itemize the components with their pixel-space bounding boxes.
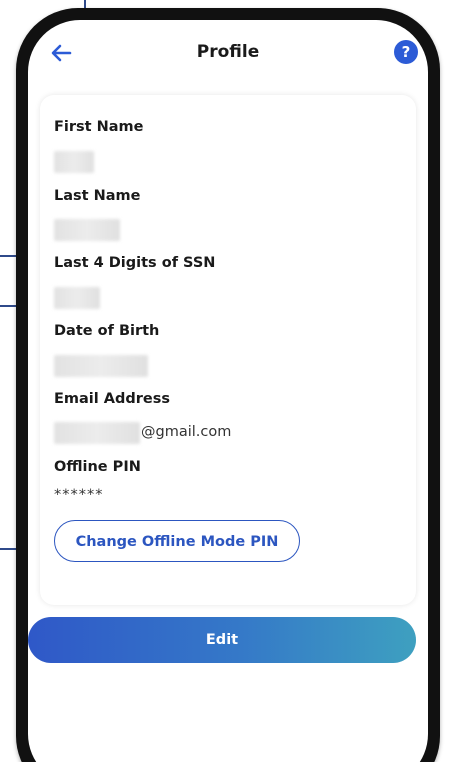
question-circle-icon[interactable]: ? <box>394 40 418 64</box>
edit-button[interactable]: Edit <box>28 617 416 663</box>
last-name-label: Last Name <box>54 188 141 204</box>
dob-label: Date of Birth <box>54 323 160 339</box>
phone-frame: Profile ? First Name Last Name Last 4 Di… <box>16 8 440 762</box>
first-name-label: First Name <box>54 119 144 135</box>
offline-pin-label: Offline PIN <box>54 459 141 475</box>
app-header: Profile ? <box>28 20 428 80</box>
page-title: Profile <box>196 42 260 62</box>
offline-pin-value: ****** <box>54 487 104 503</box>
screenshot-canvas: Profile ? First Name Last Name Last 4 Di… <box>0 0 449 762</box>
email-user-redacted <box>54 422 140 444</box>
first-name-value-redacted <box>54 151 94 173</box>
last-name-value-redacted <box>54 219 120 241</box>
dob-value-redacted <box>54 355 148 377</box>
email-label: Email Address <box>54 391 171 407</box>
email-domain: @gmail.com <box>141 424 232 440</box>
change-offline-pin-button[interactable]: Change Offline Mode PIN <box>54 520 300 562</box>
profile-card: First Name Last Name Last 4 Digits of SS… <box>40 95 416 605</box>
phone-screen: Profile ? First Name Last Name Last 4 Di… <box>28 20 428 762</box>
ssn-label: Last 4 Digits of SSN <box>54 255 216 271</box>
ssn-value-redacted <box>54 287 100 309</box>
